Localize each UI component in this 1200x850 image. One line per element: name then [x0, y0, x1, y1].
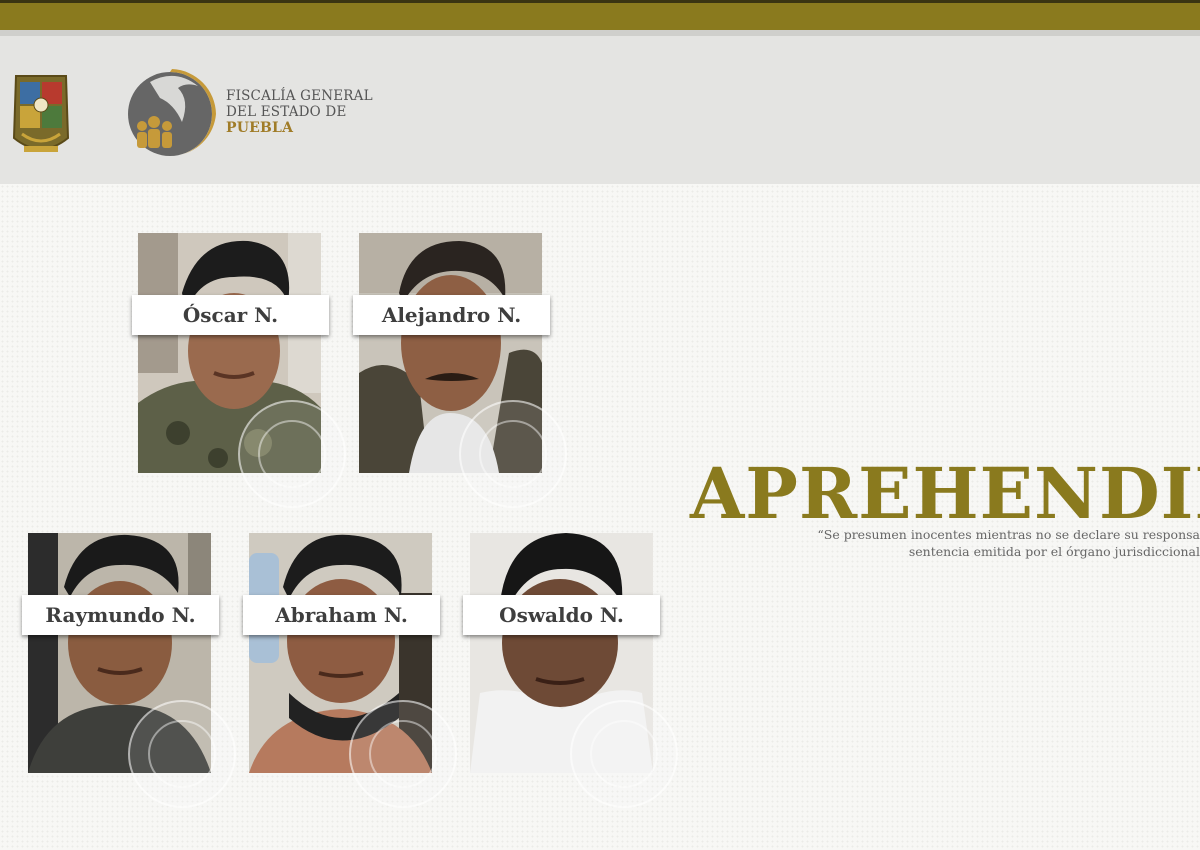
disclaimer-line-1: “Se presumen inocentes mientras no se de…: [817, 527, 1200, 542]
top-gold-bar: [0, 0, 1200, 30]
logo-line-1: FISCALÍA GENERAL: [226, 88, 373, 104]
watermark-logo-icon: [459, 400, 567, 508]
detainee-name-label: Oswaldo N.: [463, 595, 660, 635]
logo-line-2: DEL ESTADO DE: [226, 104, 347, 120]
watermark-logo-icon: [238, 400, 346, 508]
disclaimer: “Se presumen inocentes mientras no se de…: [800, 526, 1200, 560]
fiscalia-wordmark: FISCALÍA GENERAL DEL ESTADO DE PUEBLA: [226, 88, 373, 136]
state-seal-icon: [12, 75, 70, 152]
logo-line-3: PUEBLA: [226, 120, 294, 136]
detainee-name-label: Abraham N.: [243, 595, 440, 635]
watermark-logo-icon: [570, 700, 678, 808]
fiscalia-logo-icon: [128, 69, 216, 156]
watermark-logo-icon: [349, 700, 457, 808]
detainee-name-label: Óscar N.: [132, 295, 329, 335]
disclaimer-line-2: sentencia emitida por el órgano jurisdic…: [908, 544, 1200, 559]
header: FISCALÍA GENERAL DEL ESTADO DE PUEBLA: [0, 36, 1200, 184]
detainee-name-label: Raymundo N.: [22, 595, 219, 635]
watermark-logo-icon: [128, 700, 236, 808]
detainee-name-label: Alejandro N.: [353, 295, 550, 335]
